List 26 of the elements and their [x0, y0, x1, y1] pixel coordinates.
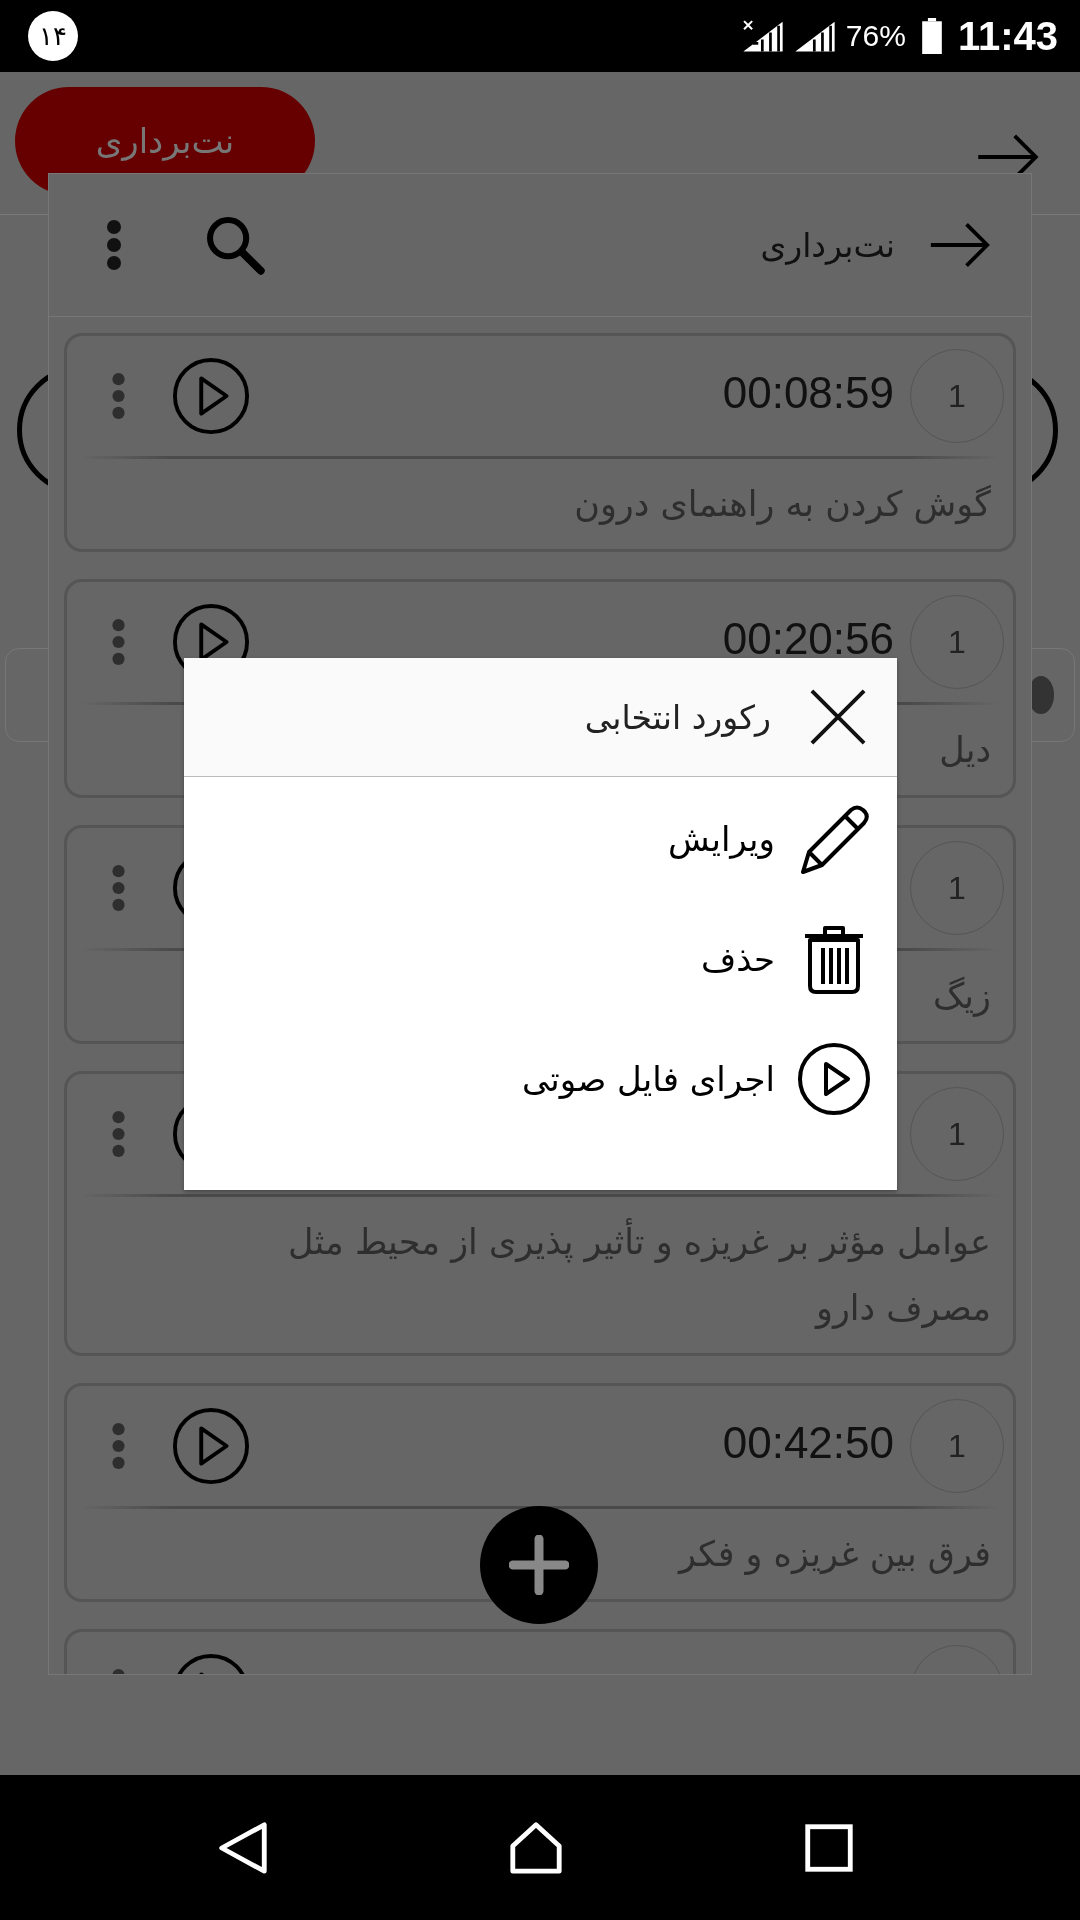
battery-icon [921, 18, 942, 54]
toolbar-title: نت‌برداری [760, 225, 895, 265]
duration: 00:08:59 [722, 368, 894, 418]
more-icon[interactable] [111, 1421, 126, 1471]
duration: 00:42:50 [722, 1418, 894, 1468]
dialog-title: رکورد انتخابی [584, 697, 771, 737]
more-icon[interactable] [111, 1109, 126, 1159]
close-icon[interactable] [809, 688, 867, 746]
more-icon[interactable] [111, 617, 126, 667]
more-icon[interactable] [106, 219, 122, 271]
plus-icon [509, 1535, 569, 1595]
duration: 00:20:56 [722, 614, 894, 664]
more-icon[interactable] [111, 371, 126, 421]
notification-badge: ۱۴ [28, 11, 78, 61]
signal-icon [741, 18, 784, 54]
search-icon[interactable] [204, 214, 266, 276]
play-icon [797, 1042, 871, 1116]
menu-item[interactable]: حذف [184, 899, 897, 1019]
record-title: زیگ [933, 976, 991, 1016]
battery-percent: 76% [845, 19, 906, 53]
more-icon[interactable] [111, 863, 126, 913]
record-title: گوش کردن به راهنمای درون [574, 484, 991, 524]
record-title: فرق بین غریزه و فکر [679, 1534, 991, 1574]
clock: 11:43 [957, 13, 1058, 59]
arrow-icon[interactable] [929, 221, 991, 269]
record-title: دیل [939, 730, 991, 770]
